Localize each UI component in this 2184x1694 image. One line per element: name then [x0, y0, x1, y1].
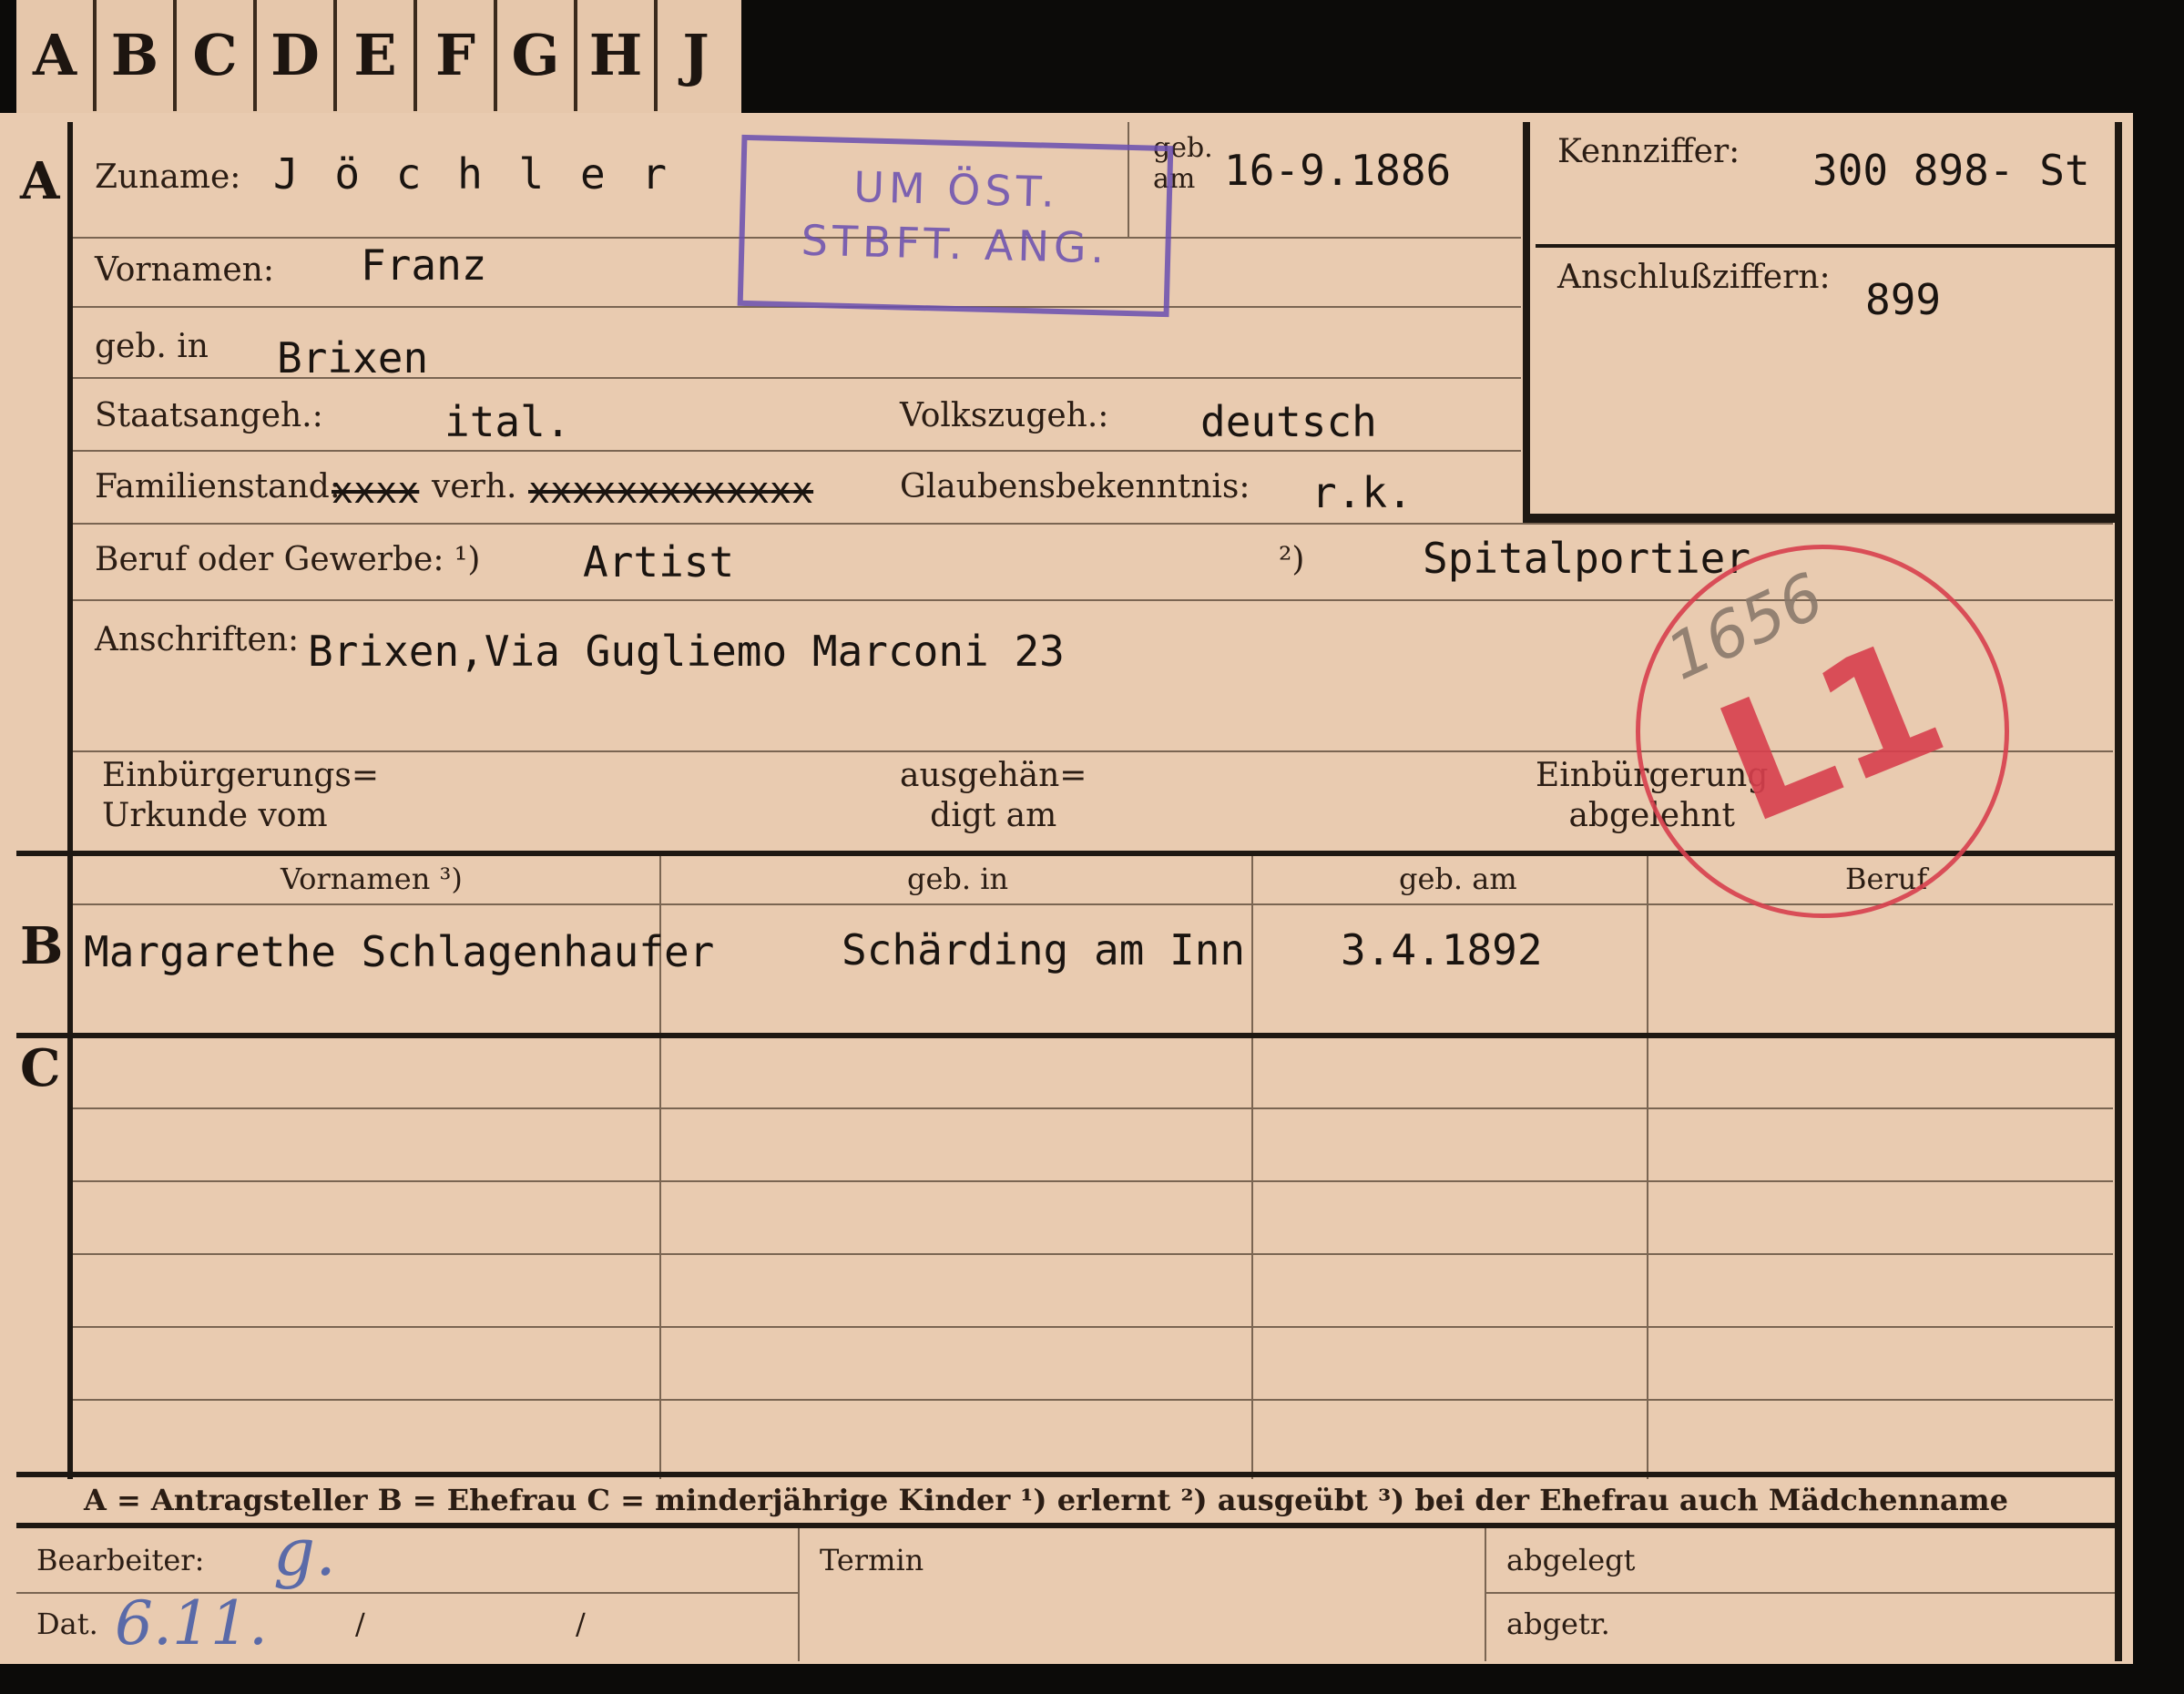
tab-c[interactable]: C	[177, 0, 257, 111]
marital-struck-2: xxxxxxxxxxxxx	[528, 470, 814, 512]
kennziffer-box-border	[1523, 122, 1530, 523]
anschluss-value: 899	[1865, 275, 1942, 324]
surname-value: J ö c h l e r	[273, 149, 673, 199]
separated-label: abgetr.	[1506, 1607, 1610, 1641]
section-b-letter: B	[20, 916, 64, 976]
ethnicity-value: deutsch	[1200, 397, 1377, 446]
religion-value: r.k.	[1311, 468, 1413, 517]
profession-learned-value: Artist	[583, 537, 735, 587]
date-slash-1: /	[355, 1607, 365, 1641]
spouse-col-firstnames: Vornamen ³)	[281, 862, 463, 896]
deadline-label: Termin	[820, 1543, 924, 1577]
naturalization-doc-label: Einbürgerungs= Urkunde vom	[102, 757, 380, 834]
birthplace-label: geb. in	[95, 328, 209, 365]
spouse-birthdate-value: 3.4.1892	[1341, 925, 1543, 975]
purple-stamp: UM ÖST. STBFT. ANG.	[737, 134, 1174, 318]
tab-g[interactable]: G	[497, 0, 577, 111]
profession-practiced-marker: ²)	[1279, 541, 1305, 578]
tab-d[interactable]: D	[257, 0, 337, 111]
citizenship-value: ital.	[444, 397, 571, 446]
firstname-label: Vornamen:	[95, 251, 274, 289]
handed-over-label: ausgehän= digt am	[900, 757, 1087, 834]
address-value: Brixen,Via Gugliemo Marconi 23	[308, 627, 1065, 676]
birthdate-value: 16-9.1886	[1224, 146, 1452, 195]
profession-label: Beruf oder Gewerbe: ¹)	[95, 541, 481, 578]
red-stamp: 1656 L1	[1636, 545, 2009, 918]
kennziffer-label: Kennziffer:	[1557, 133, 1740, 170]
kennziffer-divider	[1536, 244, 2115, 248]
spouse-col-birthdate: geb. am	[1399, 862, 1517, 896]
date-label: Dat.	[36, 1607, 98, 1641]
marital-status-label: Familienstand:	[95, 468, 341, 505]
tab-b[interactable]: B	[97, 0, 177, 111]
profession-practiced-value: Spitalportier	[1423, 534, 1751, 583]
tab-h[interactable]: H	[577, 0, 658, 111]
marital-married-label: verh.	[432, 468, 517, 505]
surname-label: Zuname:	[95, 158, 241, 196]
date-value: 6.11.	[115, 1588, 268, 1658]
birthplace-value: Brixen	[277, 333, 429, 383]
spouse-name-value: Margarethe Schlagenhaufer	[84, 927, 715, 976]
address-label: Anschriften:	[95, 621, 300, 658]
marital-struck-1: xxxx	[332, 470, 420, 512]
ethnicity-label: Volkszugeh.:	[900, 397, 1109, 434]
section-c-letter: C	[20, 1038, 61, 1098]
left-border	[67, 122, 73, 1479]
tab-a[interactable]: A	[16, 0, 97, 111]
section-a-letter: A	[20, 151, 60, 211]
purple-stamp-line-2: STBFT. ANG.	[801, 215, 1109, 273]
clerk-label: Bearbeiter:	[36, 1543, 205, 1577]
kennziffer-value: 300 898- St	[1812, 146, 2090, 195]
tab-j[interactable]: J	[658, 0, 734, 111]
date-slash-2: /	[576, 1607, 586, 1641]
kennziffer-box-bottom	[1523, 514, 2122, 523]
spouse-birthplace-value: Schärding am Inn	[842, 925, 1246, 975]
index-tabs: A B C D E F G H J	[16, 0, 741, 113]
tab-e[interactable]: E	[337, 0, 417, 111]
registration-card: A B C Zuname: J ö c h l e r geb. am 16-9…	[0, 113, 2133, 1664]
spouse-col-birthplace: geb. in	[907, 862, 1009, 896]
filed-label: abgelegt	[1506, 1543, 1636, 1577]
anschluss-label: Anschlußziffern:	[1557, 259, 1831, 296]
legend-text: A = Antragsteller B = Ehefrau C = minder…	[84, 1483, 2008, 1517]
right-border	[2115, 122, 2122, 1661]
tab-f[interactable]: F	[417, 0, 497, 111]
citizenship-label: Staatsangeh.:	[95, 397, 323, 434]
firstname-value: Franz	[361, 240, 487, 290]
clerk-value: g.	[273, 1514, 336, 1590]
religion-label: Glaubensbekenntnis:	[900, 468, 1250, 505]
